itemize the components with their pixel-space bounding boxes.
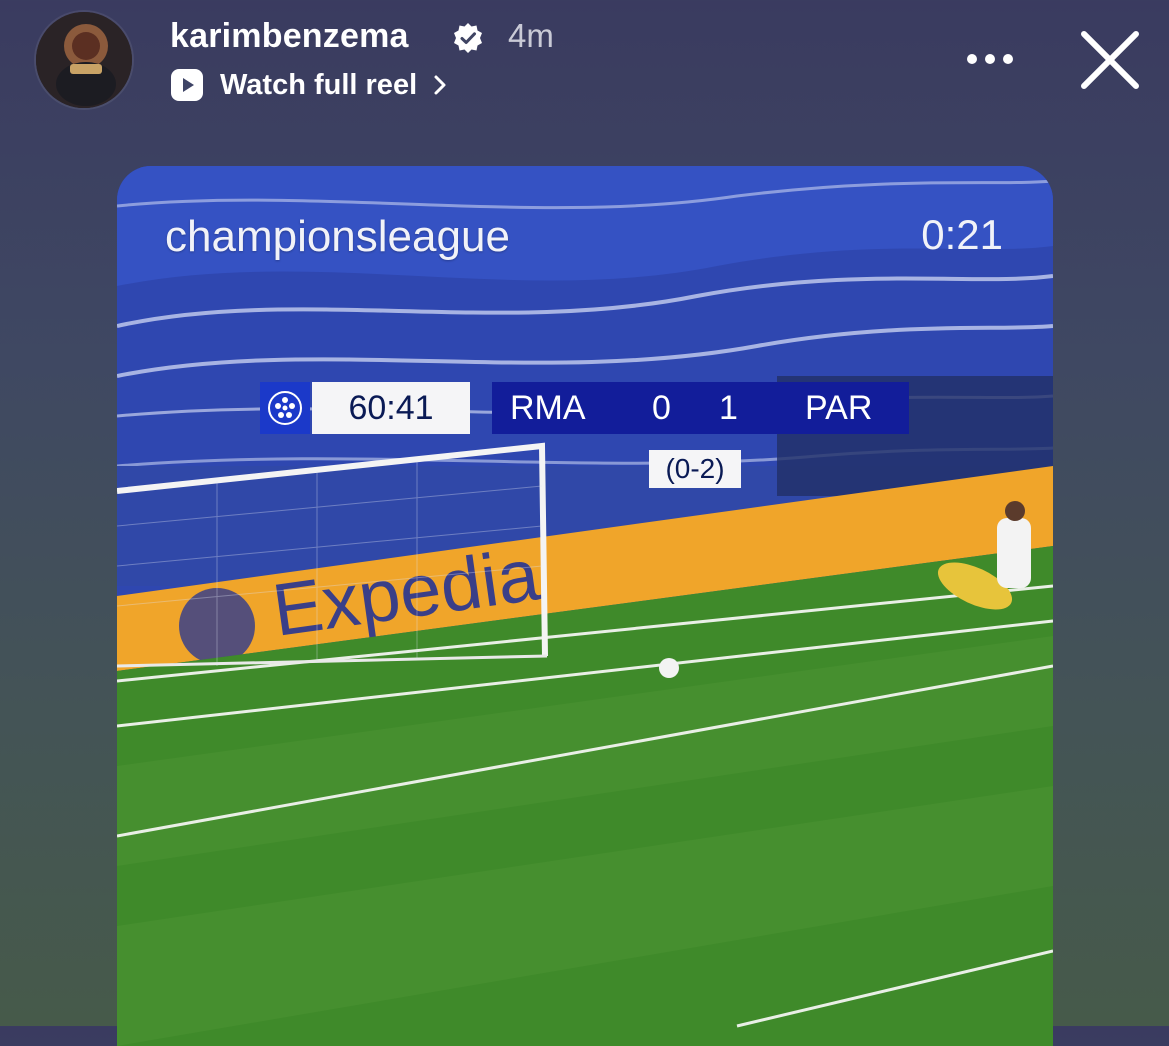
profile-avatar[interactable]: [36, 12, 132, 108]
chevron-right-icon: [434, 75, 446, 95]
away-score: 1: [719, 389, 738, 427]
verified-badge-icon: [454, 23, 482, 53]
match-clock: 60:41: [312, 382, 470, 434]
match-footage: Expedia: [117, 166, 1053, 1046]
more-options-icon[interactable]: [964, 44, 1016, 74]
away-team: PAR: [805, 389, 873, 427]
home-team: RMA: [510, 389, 586, 427]
reel-play-icon: [171, 69, 203, 101]
watch-full-reel-link[interactable]: Watch full reel: [170, 66, 449, 104]
post-time: 4m: [508, 17, 554, 54]
champions-league-logo-icon: [260, 382, 310, 434]
home-score: 0: [652, 389, 671, 427]
reel-video[interactable]: Expedia championsleague 0:21 60:41 RMA 0…: [117, 166, 1053, 1046]
watch-full-reel-label: Watch full reel: [220, 68, 418, 101]
aggregate-score: (0-2): [649, 450, 741, 488]
video-timestamp: 0:21: [921, 211, 1003, 258]
channel-name: championsleague: [165, 212, 510, 261]
scoreboard: RMA 0 1 PAR: [492, 382, 909, 434]
close-icon[interactable]: [1078, 28, 1142, 92]
username[interactable]: karimbenzema: [170, 16, 409, 56]
avatar-image: [36, 12, 132, 108]
